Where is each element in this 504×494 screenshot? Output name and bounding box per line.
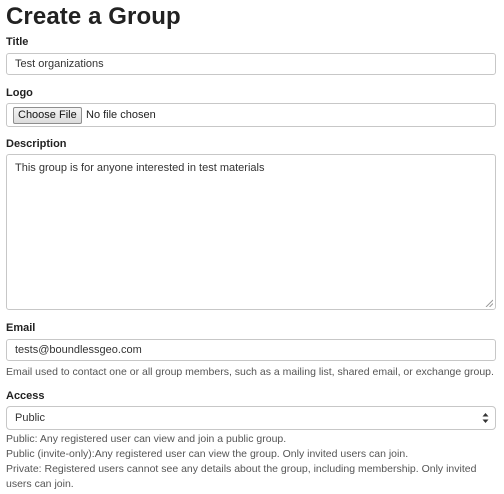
title-input-value: Test organizations xyxy=(15,58,104,70)
title-label: Title xyxy=(6,36,29,48)
email-input[interactable]: tests@boundlessgeo.com xyxy=(6,339,496,361)
access-help-text: Public: Any registered user can view and… xyxy=(6,432,496,492)
description-textarea[interactable]: This group is for anyone interested in t… xyxy=(6,154,496,310)
resize-grip-icon[interactable] xyxy=(485,299,493,307)
access-help-private: Private: Registered users cannot see any… xyxy=(6,463,477,490)
access-help-public-invite-only: Public (invite-only):Any registered user… xyxy=(6,448,409,460)
email-help-text: Email used to contact one or all group m… xyxy=(6,366,494,378)
access-select[interactable]: Public xyxy=(6,406,496,430)
access-selected-value: Public xyxy=(15,412,45,424)
file-status-text: No file chosen xyxy=(86,109,156,121)
access-label: Access xyxy=(6,390,45,402)
access-help-public: Public: Any registered user can view and… xyxy=(6,433,287,445)
description-value: This group is for anyone interested in t… xyxy=(15,162,265,174)
choose-file-button[interactable]: Choose File xyxy=(13,107,82,124)
up-down-chevron-icon xyxy=(482,413,489,423)
description-label: Description xyxy=(6,138,67,150)
title-input[interactable]: Test organizations xyxy=(6,53,496,75)
page-title: Create a Group xyxy=(6,3,181,30)
logo-file-input[interactable]: Choose File No file chosen xyxy=(6,103,496,127)
logo-label: Logo xyxy=(6,87,33,99)
email-label: Email xyxy=(6,322,36,334)
email-input-value: tests@boundlessgeo.com xyxy=(15,344,142,356)
